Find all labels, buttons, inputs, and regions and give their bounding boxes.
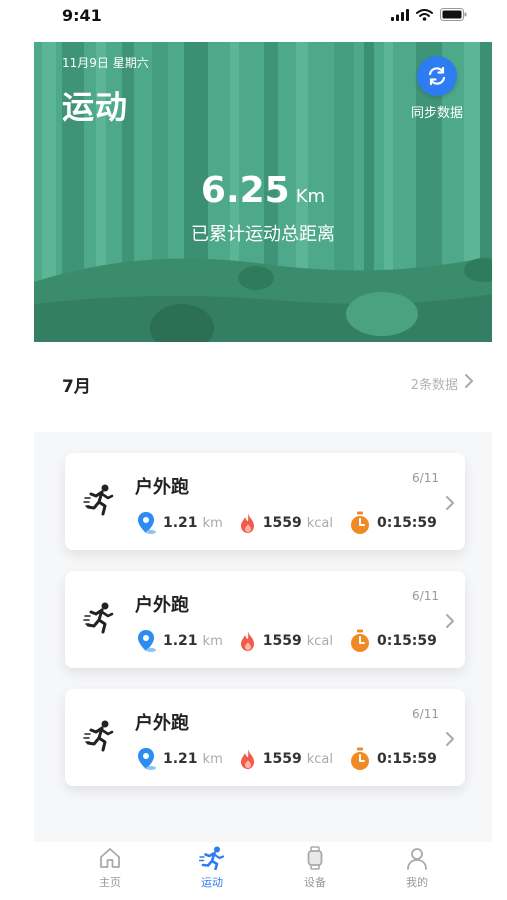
tab-label: 我的 [406, 876, 428, 889]
record-list: 户外跑 6/11 1.21 km 1559 kcal 0:15:59 户外跑 6… [34, 432, 492, 842]
duration-stat: 0:15:59 [349, 629, 437, 653]
sync-label: 同步数据 [410, 106, 463, 121]
flame-icon [240, 513, 254, 533]
sync-data-button[interactable]: 同步数据 [404, 56, 470, 121]
tab-device[interactable]: 设备 [285, 846, 345, 890]
distance-value: 1.21 [163, 633, 198, 649]
distance-unit: km [202, 633, 223, 649]
calories-unit: kcal [306, 751, 333, 767]
record-stats: 1.21 km 1559 kcal 0:15:59 [137, 511, 453, 535]
duration-value: 0:15:59 [376, 751, 437, 767]
duration-value: 0:15:59 [376, 515, 437, 531]
calories-stat: 1559 kcal [239, 748, 333, 770]
distance-value: 1.21 [163, 751, 198, 767]
status-time: 9:41 [62, 6, 102, 25]
calories-unit: kcal [306, 633, 333, 649]
tab-mine[interactable]: 我的 [387, 846, 447, 890]
distance-stat: 1.21 km [137, 511, 223, 535]
calories-value: 1559 [262, 515, 302, 531]
location-pin-icon [138, 512, 156, 534]
stopwatch-icon [350, 629, 369, 652]
chevron-right-icon [446, 496, 454, 510]
record-card[interactable]: 户外跑 6/11 1.21 km 1559 kcal 0:15:59 [65, 689, 465, 786]
record-title: 户外跑 [135, 713, 189, 734]
record-date: 6/11 [412, 471, 439, 485]
chevron-right-icon[interactable] [464, 373, 474, 389]
hero-date: 11月9日 星期六 [62, 56, 149, 70]
status-icons [391, 8, 467, 21]
record-card[interactable]: 户外跑 6/11 1.21 km 1559 kcal 0:15:59 [65, 453, 465, 550]
duration-value: 0:15:59 [376, 633, 437, 649]
distance-unit: km [202, 515, 223, 531]
total-distance-unit: Km [295, 186, 326, 207]
total-distance-value: 6.25 [200, 170, 290, 211]
distance-value: 1.21 [163, 515, 198, 531]
runner-icon [83, 720, 114, 752]
record-date: 6/11 [412, 707, 439, 721]
chevron-right-icon [446, 732, 454, 746]
duration-stat: 0:15:59 [349, 747, 437, 771]
battery-icon [440, 8, 467, 21]
month-header: 7月 2条数据 [34, 362, 492, 402]
bottom-tab-bar: 主页 运动 设备 我的 [34, 843, 492, 900]
calories-value: 1559 [262, 751, 302, 767]
tab-label: 设备 [304, 876, 326, 889]
home-icon [100, 848, 120, 868]
distance-stat: 1.21 km [137, 629, 223, 653]
stopwatch-icon [350, 511, 369, 534]
distance-unit: km [202, 751, 223, 767]
distance-stat: 1.21 km [137, 747, 223, 771]
calories-unit: kcal [306, 515, 333, 531]
month-label: 7月 [62, 377, 91, 397]
flame-icon [240, 631, 254, 651]
sync-circle[interactable] [417, 56, 457, 96]
calories-stat: 1559 kcal [239, 630, 333, 652]
record-title: 户外跑 [135, 595, 189, 616]
wifi-icon [416, 8, 433, 21]
record-card[interactable]: 户外跑 6/11 1.21 km 1559 kcal 0:15:59 [65, 571, 465, 668]
flame-icon [240, 749, 254, 769]
record-stats: 1.21 km 1559 kcal 0:15:59 [137, 629, 453, 653]
duration-stat: 0:15:59 [349, 511, 437, 535]
record-title: 户外跑 [135, 477, 189, 498]
record-date: 6/11 [412, 589, 439, 603]
chevron-right-icon [446, 614, 454, 628]
watch-icon [307, 846, 323, 870]
calories-stat: 1559 kcal [239, 512, 333, 534]
user-icon [407, 848, 427, 870]
sync-icon [428, 66, 446, 86]
running-icon [199, 846, 225, 870]
tab-label: 运动 [201, 876, 223, 889]
signal-icon [391, 8, 409, 21]
record-stats: 1.21 km 1559 kcal 0:15:59 [137, 747, 453, 771]
tab-sport[interactable]: 运动 [182, 846, 242, 890]
month-record-count[interactable]: 2条数据 [411, 374, 458, 393]
hero-banner: 11月9日 星期六 运动 同步数据 6.25 Km 已累计运动总距离 [34, 42, 492, 342]
location-pin-icon [138, 748, 156, 770]
runner-icon [83, 602, 114, 634]
tab-home[interactable]: 主页 [80, 846, 140, 890]
page-title: 运动 [62, 88, 129, 126]
calories-value: 1559 [262, 633, 302, 649]
total-distance: 6.25 Km [34, 170, 492, 211]
total-distance-caption: 已累计运动总距离 [191, 224, 335, 245]
tab-label: 主页 [99, 876, 121, 889]
location-pin-icon [138, 630, 156, 652]
runner-icon [83, 484, 114, 516]
status-bar: 9:41 [0, 0, 507, 34]
stopwatch-icon [350, 747, 369, 770]
